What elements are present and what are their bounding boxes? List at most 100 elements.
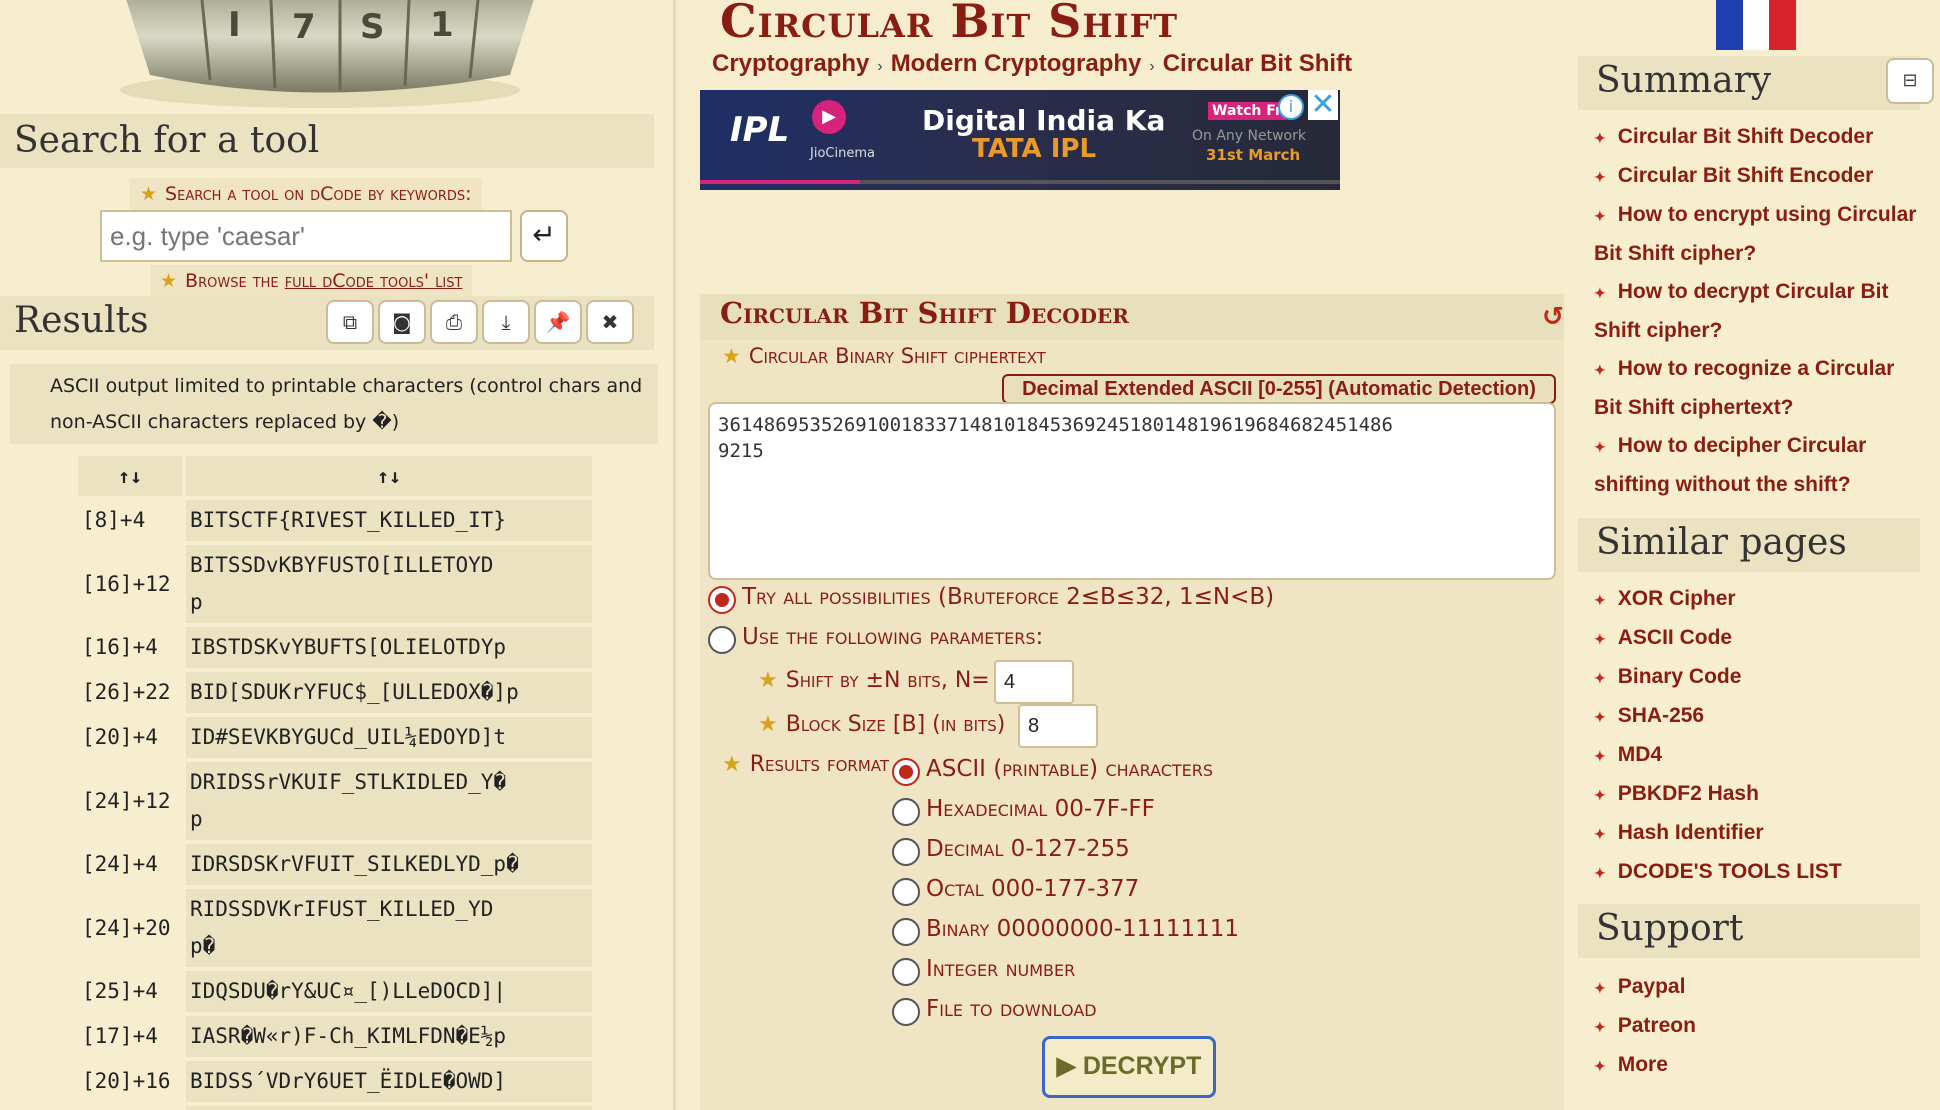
format-integer-radio[interactable]	[892, 958, 920, 986]
copy-icon: ⧉	[342, 310, 358, 334]
sort-key-column[interactable]: ↑↓	[78, 456, 182, 496]
format-integer-label[interactable]: Integer number	[926, 956, 1075, 982]
format-decimal-radio[interactable]	[892, 838, 920, 866]
breadcrumb-circular-bit-shift[interactable]: Circular Bit Shift	[1163, 50, 1352, 77]
bruteforce-radio[interactable]	[708, 586, 736, 614]
similar-pages-list: ✦ XOR Cipher ✦ ASCII Code ✦ Binary Code ✦ SH…	[1594, 580, 1924, 892]
similar-item[interactable]: ✦ SHA-256	[1594, 697, 1924, 736]
result-key: [8]+4	[78, 500, 182, 541]
ad-app: JioCinema	[810, 146, 875, 161]
bullet-icon: ✦	[1594, 592, 1606, 608]
ciphertext-label: ★ Circular Binary Shift ciphertext	[722, 344, 1046, 368]
table-row: [8]+4 BITSCTF{RIVEST_KILLED_IT}	[78, 500, 592, 541]
similar-item[interactable]: ✦ Binary Code	[1594, 658, 1924, 697]
result-value[interactable]: IDQSDU�rY&UC¤_[)LLeDOCD]|	[186, 971, 592, 1012]
format-file-label[interactable]: File to download	[926, 996, 1097, 1022]
sort-value-column[interactable]: ↑↓	[186, 456, 592, 496]
advertisement-banner[interactable]: IPL ▶ JioCinema Digital India Ka TATA IP…	[700, 90, 1340, 190]
french-flag-icon[interactable]	[1716, 0, 1796, 50]
decrypt-button[interactable]: ▶ DECRYPT	[1042, 1036, 1216, 1098]
tool-search-input[interactable]	[100, 210, 512, 262]
ad-info-icon[interactable]: i	[1278, 94, 1304, 120]
table-row: [24]+4 IDRSDSKrVFUIT_SILKEDLYD_p�	[78, 844, 592, 885]
format-ascii-radio[interactable]	[892, 758, 920, 786]
support-item[interactable]: ✦ Patreon	[1594, 1007, 1924, 1046]
result-value[interactable]: IASR�W«r)F-Ch_KIMLFDN�E½p	[186, 1016, 592, 1057]
format-binary-label[interactable]: Binary 00000000-11111111	[926, 916, 1239, 942]
screenshot-results-button[interactable]: ◙	[378, 300, 426, 344]
format-octal-label[interactable]: Octal 000-177-377	[926, 876, 1139, 902]
similar-item[interactable]: ✦ PBKDF2 Hash	[1594, 775, 1924, 814]
collapse-button[interactable]: ⊟	[1886, 58, 1934, 104]
print-results-button[interactable]: ⎙	[430, 300, 478, 344]
search-submit-button[interactable]: ↵	[520, 210, 568, 262]
summary-item-label: How to decrypt Circular Bit Shift cipher…	[1594, 280, 1889, 342]
format-binary-radio[interactable]	[892, 918, 920, 946]
shift-label: ★ Shift by ±N bits, N=	[758, 668, 990, 693]
result-key: [24]+12	[78, 762, 182, 840]
page-title: Circular Bit Shift	[720, 0, 1179, 48]
format-hex-radio[interactable]	[892, 798, 920, 826]
result-value[interactable]: RIDSSDVKrIFUST_KILLED_YD p�	[186, 889, 592, 967]
similar-item[interactable]: ✦ MD4	[1594, 736, 1924, 775]
summary-item[interactable]: ✦ Circular Bit Shift Encoder	[1594, 157, 1924, 196]
summary-item[interactable]: ✦ How to decipher Circular shifting witho…	[1594, 427, 1924, 504]
result-value[interactable]: BIDSS´VDrY6UET_ËIDLE�OWD]	[186, 1061, 592, 1102]
close-results-button[interactable]: ✖	[586, 300, 634, 344]
support-item[interactable]: ✦ Paypal	[1594, 968, 1924, 1007]
pin-results-button[interactable]: 📌	[534, 300, 582, 344]
browse-caption: ★ Browse the full dCode tools' list	[150, 265, 473, 297]
parameters-label[interactable]: Use the following parameters:	[742, 624, 1043, 650]
similar-item[interactable]: ✦ XOR Cipher	[1594, 580, 1924, 619]
similar-item[interactable]: ✦ DCODE'S TOOLS LIST	[1594, 853, 1924, 892]
ciphertext-input[interactable]: 3614869535269100183371481018453692451801…	[708, 402, 1556, 580]
result-value[interactable]: BITSSDvKBYFUSTO[ILLETOYD p	[186, 545, 592, 623]
table-row: [24]+20 RIDSSDVKrIFUST_KILLED_YD p�	[78, 889, 592, 967]
breadcrumb-cryptography[interactable]: Cryptography	[712, 50, 869, 77]
result-value[interactable]: BID[SDUKrYFUC$_[ULLEDOX�]p	[186, 672, 592, 713]
similar-item[interactable]: ✦ Hash Identifier	[1594, 814, 1924, 853]
summary-item[interactable]: ✦ How to decrypt Circular Bit Shift ciphe…	[1594, 273, 1924, 350]
support-item-label: More	[1617, 1053, 1668, 1076]
summary-item[interactable]: ✦ How to recognize a Circular Bit Shift c…	[1594, 350, 1924, 427]
similar-item[interactable]: ✦ ASCII Code	[1594, 619, 1924, 658]
support-item[interactable]: ✦ More	[1594, 1046, 1924, 1085]
svg-text:I: I	[228, 5, 241, 45]
ad-close-icon[interactable]: ✕	[1308, 90, 1338, 120]
result-value[interactable]: DRIDSSrVKUIF_STLKIDLED_Y� p	[186, 762, 592, 840]
similar-pages-title: Similar pages	[1578, 518, 1920, 572]
parameters-radio[interactable]	[708, 626, 736, 654]
ad-headline: Digital India Ka	[922, 104, 1166, 137]
breadcrumb-modern-cryptography[interactable]: Modern Cryptography	[891, 50, 1142, 77]
summary-item[interactable]: ✦ How to encrypt using Circular Bit Shift…	[1594, 196, 1924, 273]
reset-icon[interactable]: ↺	[1542, 302, 1564, 332]
format-hex-label[interactable]: Hexadecimal 00-7F-FF	[926, 796, 1155, 822]
browse-prefix: Browse the	[185, 270, 285, 292]
results-warning: ASCII output limited to printable charac…	[10, 364, 658, 444]
result-value[interactable]: DSRIVKsDFURY_[STLEILYDTO��	[186, 1106, 592, 1110]
format-ascii-label[interactable]: ASCII (printable) characters	[926, 756, 1213, 782]
bullet-icon: ✦	[1594, 709, 1606, 725]
ad-watch: Watch Fr	[1208, 102, 1286, 120]
block-size-input[interactable]	[1018, 704, 1098, 748]
result-value[interactable]: BITSCTF{RIVEST_KILLED_IT}	[186, 500, 592, 541]
result-value[interactable]: IDRSDSKrVFUIT_SILKEDLYD_p�	[186, 844, 592, 885]
result-value[interactable]: IBSTDSKvYBUFTS[OLIELOTDYp	[186, 627, 592, 668]
ad-progress-bar	[700, 180, 1340, 184]
result-value[interactable]: ID#SEVKBYGUCd_UIL¼EDOYD]t	[186, 717, 592, 758]
download-results-button[interactable]: ⤓	[482, 300, 530, 344]
summary-item[interactable]: ✦ Circular Bit Shift Decoder	[1594, 118, 1924, 157]
copy-results-button[interactable]: ⧉	[326, 300, 374, 344]
svg-text:1: 1	[430, 5, 454, 45]
format-octal-radio[interactable]	[892, 878, 920, 906]
bullet-icon: ✦	[1594, 670, 1606, 686]
shift-input[interactable]	[994, 660, 1074, 704]
results-format-label: ★ Results format	[722, 752, 889, 777]
browse-tools-link[interactable]: full dCode tools' list	[285, 270, 463, 292]
ciphertext-line-2: 9215	[718, 440, 764, 462]
format-decimal-label[interactable]: Decimal 0-127-255	[926, 836, 1130, 862]
format-file-radio[interactable]	[892, 998, 920, 1026]
bruteforce-label[interactable]: Try all possibilities (Bruteforce 2≤B≤32…	[742, 584, 1274, 610]
summary-item-label: Circular Bit Shift Decoder	[1617, 125, 1874, 148]
breadcrumb: Cryptography › Modern Cryptography › Circula…	[712, 50, 1352, 78]
